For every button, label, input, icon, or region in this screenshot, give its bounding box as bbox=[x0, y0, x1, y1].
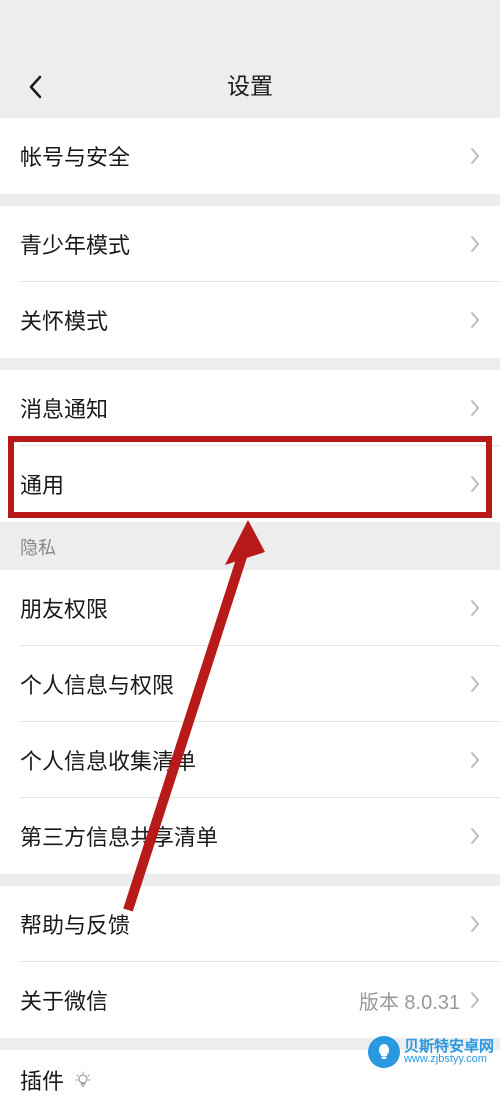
bulb-icon bbox=[74, 1071, 92, 1089]
item-label: 通用 bbox=[20, 468, 470, 500]
item-info-collection[interactable]: 个人信息收集清单 bbox=[0, 722, 500, 798]
item-account-security[interactable]: 帐号与安全 bbox=[0, 118, 500, 194]
item-label: 青少年模式 bbox=[20, 228, 470, 260]
item-label: 个人信息与权限 bbox=[20, 668, 470, 700]
chevron-right-icon bbox=[470, 399, 480, 417]
item-label: 帐号与安全 bbox=[20, 140, 470, 172]
header: 设置 bbox=[0, 0, 500, 118]
chevron-right-icon bbox=[470, 147, 480, 165]
chevron-right-icon bbox=[470, 675, 480, 693]
chevron-right-icon bbox=[470, 599, 480, 617]
item-about[interactable]: 关于微信 版本 8.0.31 bbox=[0, 962, 500, 1038]
chevron-right-icon bbox=[470, 235, 480, 253]
watermark-title: 贝斯特安卓网 bbox=[404, 1039, 494, 1054]
gap bbox=[0, 358, 500, 370]
chevron-right-icon bbox=[470, 991, 480, 1009]
item-label: 第三方信息共享清单 bbox=[20, 820, 470, 852]
item-personal-info[interactable]: 个人信息与权限 bbox=[0, 646, 500, 722]
item-general[interactable]: 通用 bbox=[0, 446, 500, 522]
watermark-logo-icon bbox=[368, 1036, 400, 1068]
item-third-party-sharing[interactable]: 第三方信息共享清单 bbox=[0, 798, 500, 874]
watermark-url: www.zjbstyy.com bbox=[404, 1054, 494, 1065]
item-label: 关怀模式 bbox=[20, 304, 470, 336]
gap bbox=[0, 874, 500, 886]
item-help-feedback[interactable]: 帮助与反馈 bbox=[0, 886, 500, 962]
watermark: 贝斯特安卓网 www.zjbstyy.com bbox=[368, 1036, 494, 1068]
section-header-privacy: 隐私 bbox=[0, 522, 500, 570]
chevron-right-icon bbox=[470, 827, 480, 845]
gap bbox=[0, 194, 500, 206]
chevron-left-icon bbox=[28, 75, 42, 99]
page-title: 设置 bbox=[0, 67, 500, 101]
chevron-right-icon bbox=[470, 475, 480, 493]
chevron-right-icon bbox=[470, 751, 480, 769]
item-friends-permission[interactable]: 朋友权限 bbox=[0, 570, 500, 646]
item-label: 朋友权限 bbox=[20, 592, 470, 624]
chevron-right-icon bbox=[470, 311, 480, 329]
item-label: 关于微信 bbox=[20, 984, 359, 1016]
chevron-right-icon bbox=[470, 915, 480, 933]
item-label: 消息通知 bbox=[20, 392, 470, 424]
version-text: 版本 8.0.31 bbox=[359, 986, 460, 1015]
item-label: 个人信息收集清单 bbox=[20, 744, 470, 776]
item-care-mode[interactable]: 关怀模式 bbox=[0, 282, 500, 358]
item-youth-mode[interactable]: 青少年模式 bbox=[0, 206, 500, 282]
back-button[interactable] bbox=[20, 72, 50, 102]
item-label: 帮助与反馈 bbox=[20, 908, 470, 940]
item-notifications[interactable]: 消息通知 bbox=[0, 370, 500, 446]
item-label: 插件 bbox=[20, 1064, 64, 1096]
